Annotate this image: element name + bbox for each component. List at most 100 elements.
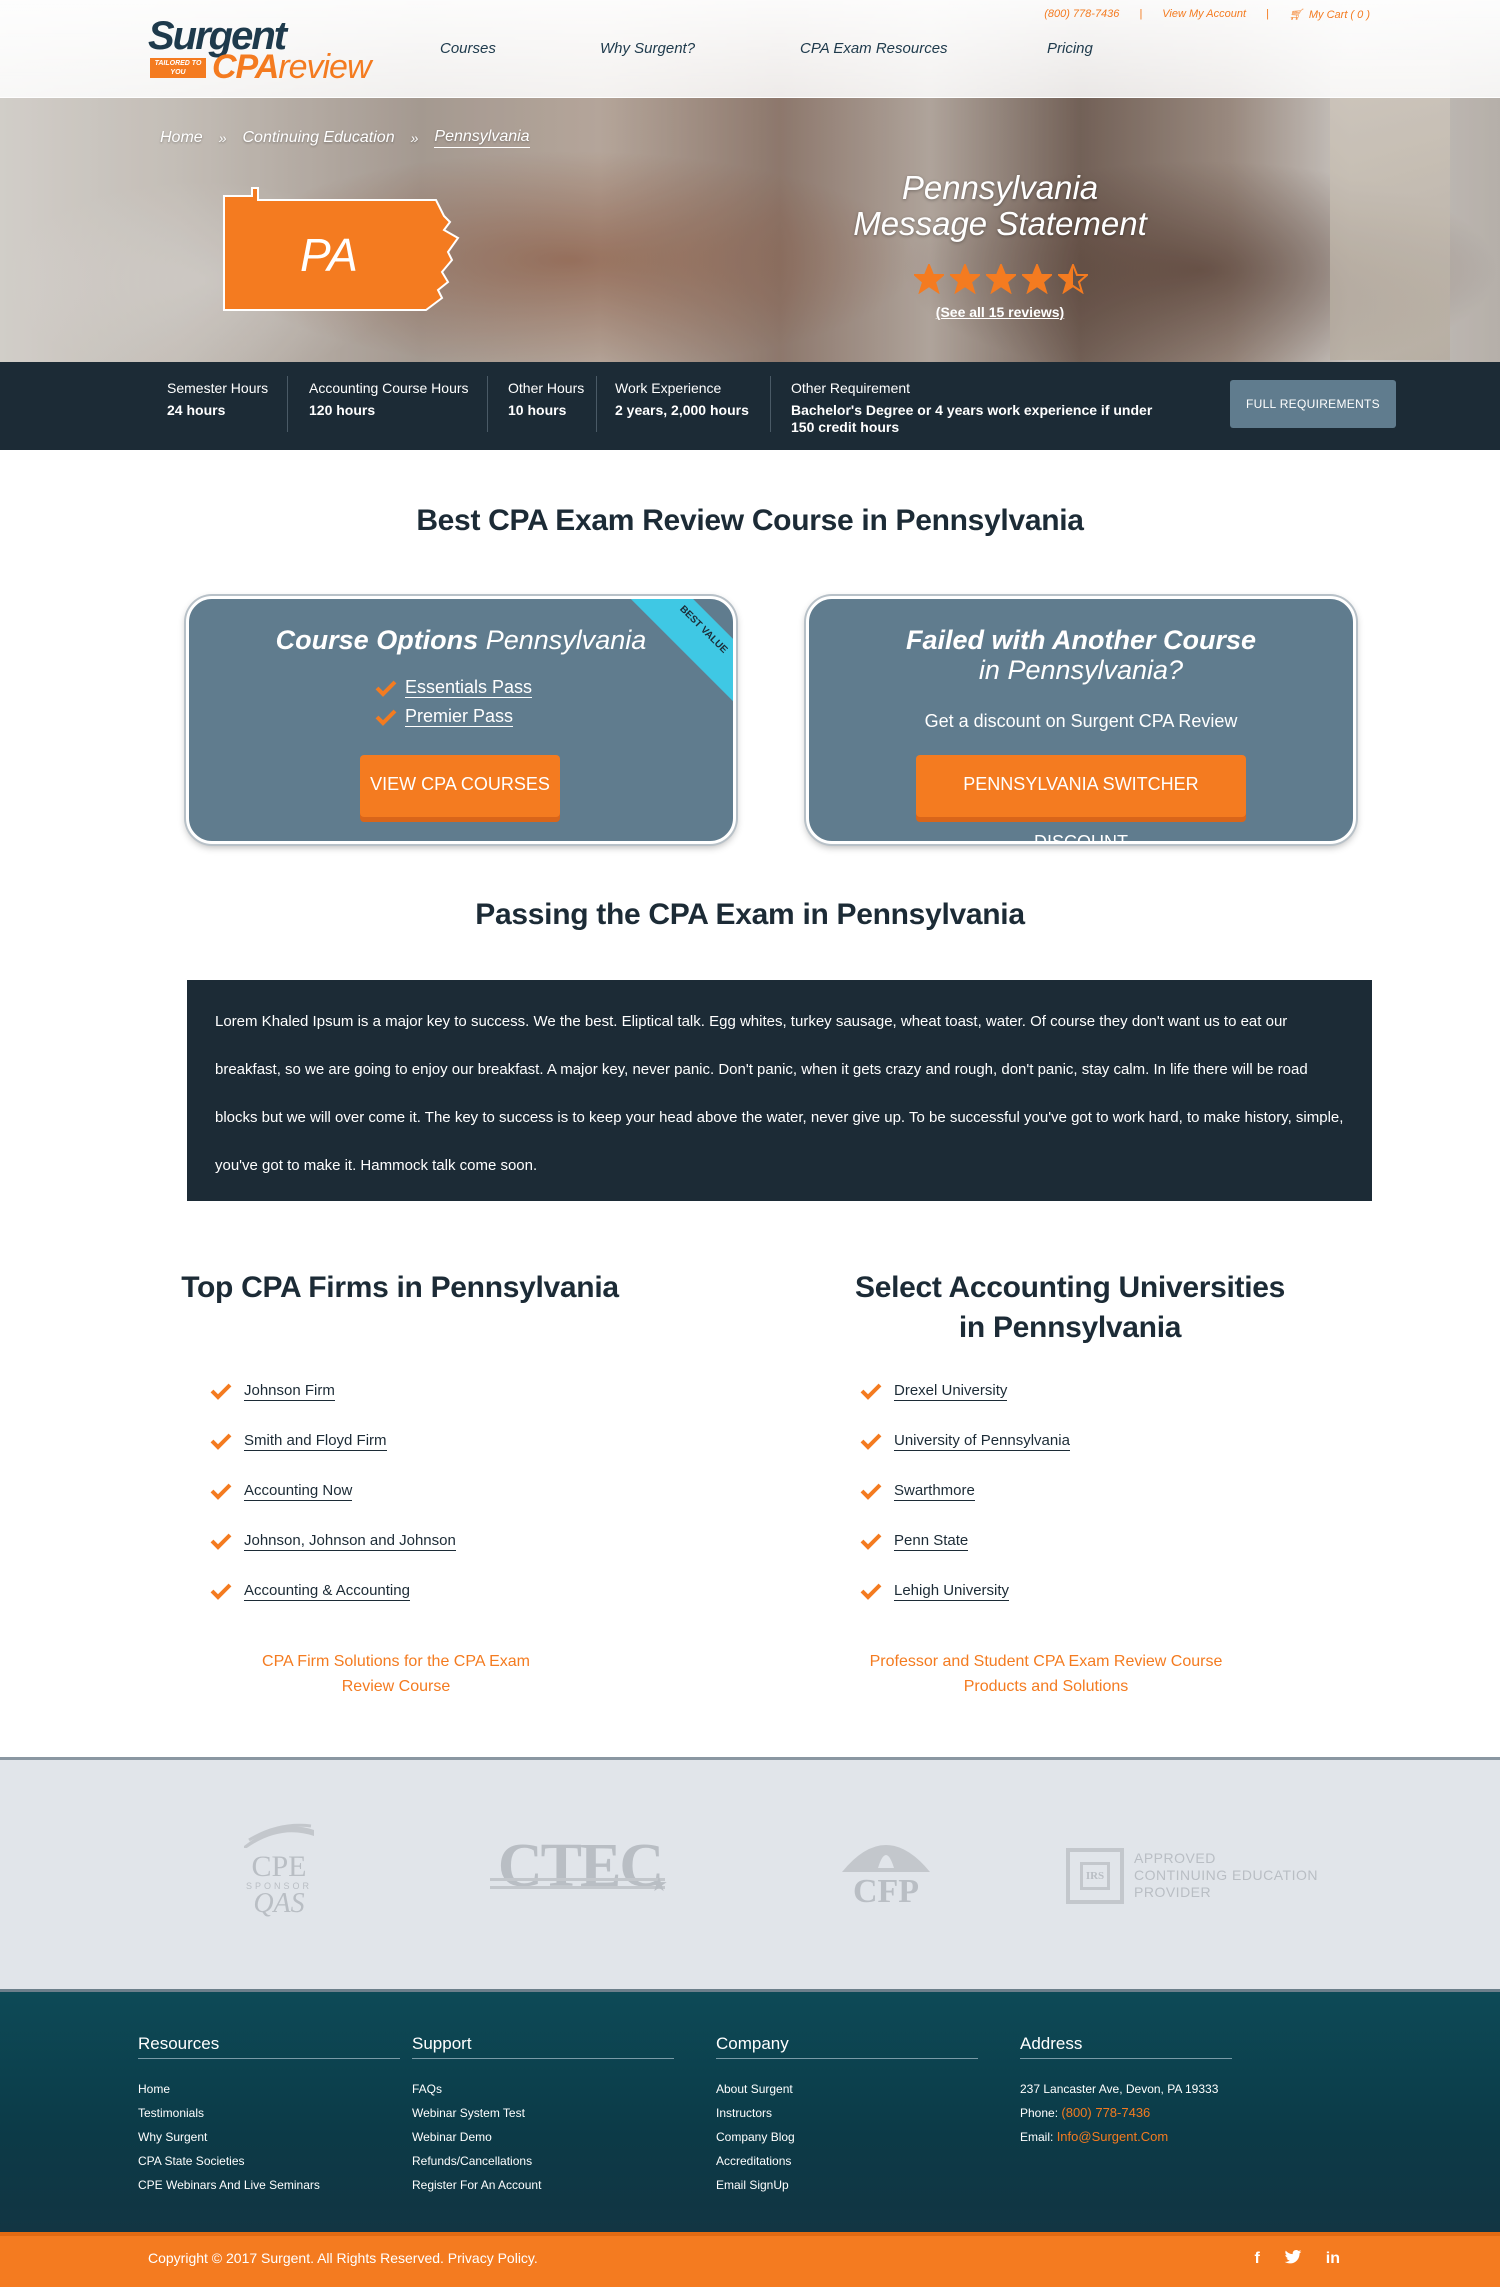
copyright-text[interactable]: Copyright © 2017 Surgent. All Rights Res… <box>148 2250 538 2266</box>
breadcrumb: Home » Continuing Education » Pennsylvan… <box>160 128 530 148</box>
irs-mark: IRS <box>1080 1862 1110 1890</box>
footer-company: Company About Surgent Instructors Company … <box>716 2034 978 2197</box>
list-item-link[interactable]: Penn State <box>894 1532 969 1551</box>
phone-link[interactable]: (800) 778-7436 <box>1024 8 1139 21</box>
linkedin-icon[interactable]: in <box>1326 2250 1340 2270</box>
card-title: Failed with Another Course in Pennsylvan… <box>905 625 1257 685</box>
footer-heading: Address <box>1020 2034 1232 2059</box>
course-option-item[interactable]: Essentials Pass <box>375 677 533 698</box>
footer-support: Support FAQs Webinar System Test Webinar D… <box>412 2034 674 2197</box>
universities-heading-line1: Select Accounting Universities <box>854 1271 1285 1304</box>
list-item[interactable]: Smith and Floyd Firm <box>210 1416 456 1466</box>
req-divider <box>487 376 488 432</box>
footer-link-list: About Surgent Instructors Company Blog Accr… <box>716 2077 978 2197</box>
list-item-link[interactable]: University of Pennsylvania <box>894 1432 1070 1451</box>
see-all-reviews-link[interactable]: (See all 15 reviews) <box>800 304 1200 320</box>
copyright-bar: Copyright © 2017 Surgent. All Rights Res… <box>0 2232 1500 2287</box>
email-label: Email: <box>1020 2130 1054 2144</box>
list-item[interactable]: Swarthmore <box>860 1466 1070 1516</box>
course-option-item[interactable]: Premier Pass <box>375 706 532 727</box>
req-value: 10 hours <box>508 402 567 418</box>
req-value: 120 hours <box>309 402 376 418</box>
requirements-bar: Semester Hours 24 hours Accounting Cours… <box>0 362 1500 450</box>
checkmark-icon <box>860 1433 882 1450</box>
footer-link[interactable]: Home <box>138 2077 400 2101</box>
phone-link[interactable]: (800) 778-7436 <box>1061 2105 1150 2120</box>
footer-link[interactable]: About Surgent <box>716 2077 978 2101</box>
req-other-hours: Other Hours 10 hours <box>508 380 584 419</box>
list-item-link[interactable]: Johnson, Johnson and Johnson <box>244 1532 456 1551</box>
view-account-link[interactable]: View My Account <box>1142 8 1266 21</box>
twitter-icon[interactable] <box>1284 2250 1302 2270</box>
facebook-icon[interactable]: f <box>1254 2250 1259 2270</box>
footer-link[interactable]: Register For An Account <box>412 2173 674 2197</box>
checkmark-icon <box>860 1383 882 1400</box>
list-item[interactable]: Accounting Now <box>210 1466 456 1516</box>
list-item-link[interactable]: Drexel University <box>894 1382 1008 1401</box>
list-item-link[interactable]: Smith and Floyd Firm <box>244 1432 387 1451</box>
list-item[interactable]: Penn State <box>860 1516 1070 1566</box>
list-item[interactable]: Johnson, Johnson and Johnson <box>210 1516 456 1566</box>
footer-link[interactable]: CPA State Societies <box>138 2149 400 2173</box>
checkmark-icon <box>210 1583 232 1600</box>
list-item[interactable]: Accounting & Accounting <box>210 1566 456 1616</box>
firm-solutions-link-line2: Review Course <box>341 1678 451 1695</box>
footer-link[interactable]: Why Surgent <box>138 2125 400 2149</box>
list-item[interactable]: University of Pennsylvania <box>860 1416 1070 1466</box>
firm-solutions-link[interactable]: CPA Firm Solutions for the CPA Exam Revi… <box>196 1649 596 1699</box>
list-item-link[interactable]: Accounting & Accounting <box>244 1582 410 1601</box>
hero-title-line2: Message Statement <box>853 205 1147 242</box>
nav-why-surgent[interactable]: Why Surgent? <box>600 40 695 57</box>
list-item-link[interactable]: Lehigh University <box>894 1582 1010 1601</box>
list-item-link[interactable]: Johnson Firm <box>244 1382 335 1401</box>
breadcrumb-pennsylvania[interactable]: Pennsylvania <box>434 128 530 148</box>
footer-link[interactable]: Testimonials <box>138 2101 400 2125</box>
list-item[interactable]: Johnson Firm <box>210 1366 456 1416</box>
footer-link-list: FAQs Webinar System Test Webinar Demo Refun… <box>412 2077 674 2197</box>
footer-link[interactable]: Company Blog <box>716 2125 978 2149</box>
surgent-logo[interactable]: Surgent TAILORED TO YOU CPAreview <box>148 16 372 86</box>
footer-link[interactable]: Accreditations <box>716 2149 978 2173</box>
breadcrumb-continuing-education[interactable]: Continuing Education <box>242 129 394 147</box>
view-cpa-courses-button[interactable]: VIEW CPA COURSES <box>360 755 560 817</box>
star-icon: ★ <box>650 1874 668 1896</box>
checkmark-icon <box>210 1533 232 1550</box>
firms-list: Johnson Firm Smith and Floyd Firm Accounti… <box>210 1366 456 1616</box>
footer-address: Address 237 Lancaster Ave, Devon, PA 193… <box>1020 2034 1232 2149</box>
accreditation-logos: CPE SPONSOR QAS CTEC ★ CFP IRS APPROVED … <box>0 1757 1500 1989</box>
email-link[interactable]: Info@Surgent.Com <box>1057 2129 1168 2144</box>
university-solutions-link[interactable]: Professor and Student CPA Exam Review Co… <box>846 1649 1246 1699</box>
nav-cpa-exam-resources[interactable]: CPA Exam Resources <box>800 40 948 57</box>
list-item-link[interactable]: Swarthmore <box>894 1482 975 1501</box>
premier-pass-link[interactable]: Premier Pass <box>405 706 514 727</box>
footer-link[interactable]: Refunds/Cancellations <box>412 2149 674 2173</box>
irs-text: APPROVED CONTINUING EDUCATION PROVIDER <box>1134 1850 1318 1901</box>
footer-link[interactable]: Email SignUp <box>716 2173 978 2197</box>
universities-heading-line2: in Pennsylvania <box>958 1311 1182 1344</box>
req-divider <box>287 376 288 432</box>
footer-link[interactable]: FAQs <box>412 2077 674 2101</box>
ctec-stripe <box>490 1886 665 1889</box>
address-email: Email: Info@Surgent.Com <box>1020 2125 1232 2149</box>
star-icon <box>986 264 1016 294</box>
full-requirements-button[interactable]: FULL REQUIREMENTS <box>1230 380 1396 428</box>
footer-link[interactable]: Webinar Demo <box>412 2125 674 2149</box>
passing-heading: Passing the CPA Exam in Pennsylvania <box>475 898 1025 931</box>
nav-courses[interactable]: Courses <box>440 40 496 57</box>
passing-body-text: Lorem Khaled Ipsum is a major key to suc… <box>187 980 1372 1201</box>
req-value: 24 hours <box>167 402 226 418</box>
footer-resources: Resources Home Testimonials Why Surgent CPA… <box>138 2034 400 2197</box>
irs-text-line3: PROVIDER <box>1134 1884 1212 1900</box>
list-item-link[interactable]: Accounting Now <box>244 1482 353 1501</box>
checkmark-icon <box>375 680 397 697</box>
list-item[interactable]: Lehigh University <box>860 1566 1070 1616</box>
footer-link[interactable]: CPE Webinars And Live Seminars <box>138 2173 400 2197</box>
breadcrumb-home[interactable]: Home <box>160 129 203 147</box>
cart-link[interactable]: 🛒︎ My Cart ( 0 ) <box>1269 8 1390 21</box>
footer-link[interactable]: Instructors <box>716 2101 978 2125</box>
footer-link[interactable]: Webinar System Test <box>412 2101 674 2125</box>
list-item[interactable]: Drexel University <box>860 1366 1070 1416</box>
switcher-discount-button[interactable]: PENNSYLVANIA SWITCHER DISCOUNT <box>916 755 1246 841</box>
nav-pricing[interactable]: Pricing <box>1047 40 1093 57</box>
essentials-pass-link[interactable]: Essentials Pass <box>405 677 533 698</box>
